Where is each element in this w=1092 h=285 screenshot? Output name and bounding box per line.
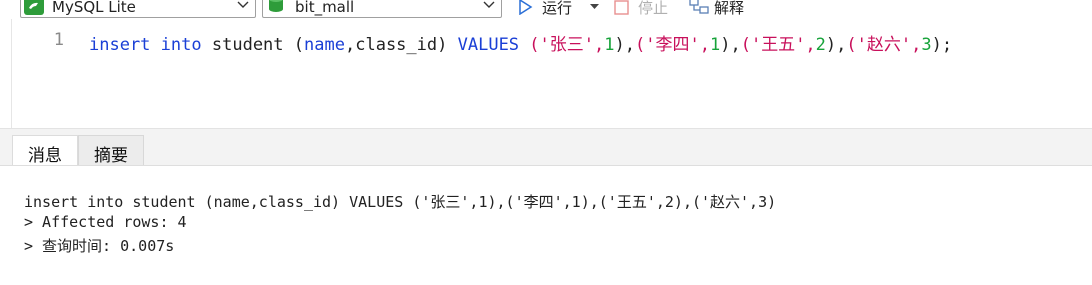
result-tabs: 消息 摘要	[0, 128, 1092, 166]
punct: );	[931, 35, 953, 55]
string-literal: 赵六	[866, 35, 901, 55]
string-literal: 李四	[655, 35, 690, 55]
punct: ),	[614, 35, 635, 55]
caret-down-icon[interactable]	[590, 4, 599, 10]
database-label: bit_mall	[295, 0, 355, 16]
number-literal: 2	[815, 35, 826, 55]
message-sql-line: insert into student (name,class_id) VALU…	[24, 193, 777, 211]
punct: ('	[529, 35, 550, 55]
database-select[interactable]: bit_mall	[262, 0, 502, 18]
sql-editor[interactable]: 1 insert into student (name,class_id) VA…	[0, 19, 1092, 128]
open-paren: (	[293, 35, 305, 55]
message-panel[interactable]: insert into student (name,class_id) VALU…	[0, 165, 1092, 285]
connection-label: MySQL Lite	[52, 0, 136, 16]
line-number: 1	[53, 30, 64, 50]
chevron-down-icon	[237, 1, 249, 8]
column-name: name	[304, 35, 345, 55]
table-identifier: student	[211, 35, 284, 55]
tab-messages[interactable]: 消息	[12, 135, 78, 166]
string-literal: 王五	[761, 35, 796, 55]
database-icon	[269, 0, 283, 12]
number-literal: 1	[604, 35, 615, 55]
keyword-values: VALUES	[457, 35, 520, 55]
punct: ),	[720, 35, 741, 55]
connection-select[interactable]: MySQL Lite	[20, 0, 256, 18]
chevron-down-icon	[483, 1, 495, 8]
explain-icon	[689, 0, 709, 14]
punct: ('	[740, 35, 762, 55]
toolbar: MySQL Lite bit_mall 运行 停止 解释	[0, 0, 1092, 19]
tab-summary[interactable]: 摘要	[78, 135, 144, 166]
punct: ',	[689, 35, 710, 55]
stop-button[interactable]: 停止	[612, 0, 678, 17]
mysql-connection-icon	[24, 0, 44, 15]
close-paren: )	[437, 35, 448, 55]
editor-left-border	[11, 19, 12, 128]
punct: ',	[900, 35, 922, 55]
play-icon	[519, 0, 533, 15]
punct: ',	[583, 35, 605, 55]
explain-button[interactable]: 解释	[688, 0, 760, 17]
comma: ,	[344, 35, 356, 55]
message-affected-rows: > Affected rows: 4	[24, 213, 187, 231]
stop-label: 停止	[638, 0, 669, 17]
keyword-insert: insert	[89, 35, 151, 55]
column-class-id: class_id	[355, 35, 438, 55]
punct: ),	[825, 35, 847, 55]
punct: ',	[795, 35, 816, 55]
number-literal: 1	[709, 35, 721, 55]
message-query-time: > 查询时间: 0.007s	[24, 237, 175, 255]
string-literal: 张三	[549, 35, 584, 55]
punct: ('	[635, 35, 656, 55]
punct: ('	[846, 35, 867, 55]
code-line[interactable]: insert into student (name,class_id) VALU…	[89, 30, 952, 55]
keyword-into: into	[160, 35, 202, 55]
explain-label: 解释	[714, 0, 745, 17]
number-literal: 3	[921, 35, 932, 55]
stop-icon	[614, 0, 629, 15]
run-button[interactable]: 运行	[516, 0, 604, 17]
run-label: 运行	[542, 0, 573, 17]
